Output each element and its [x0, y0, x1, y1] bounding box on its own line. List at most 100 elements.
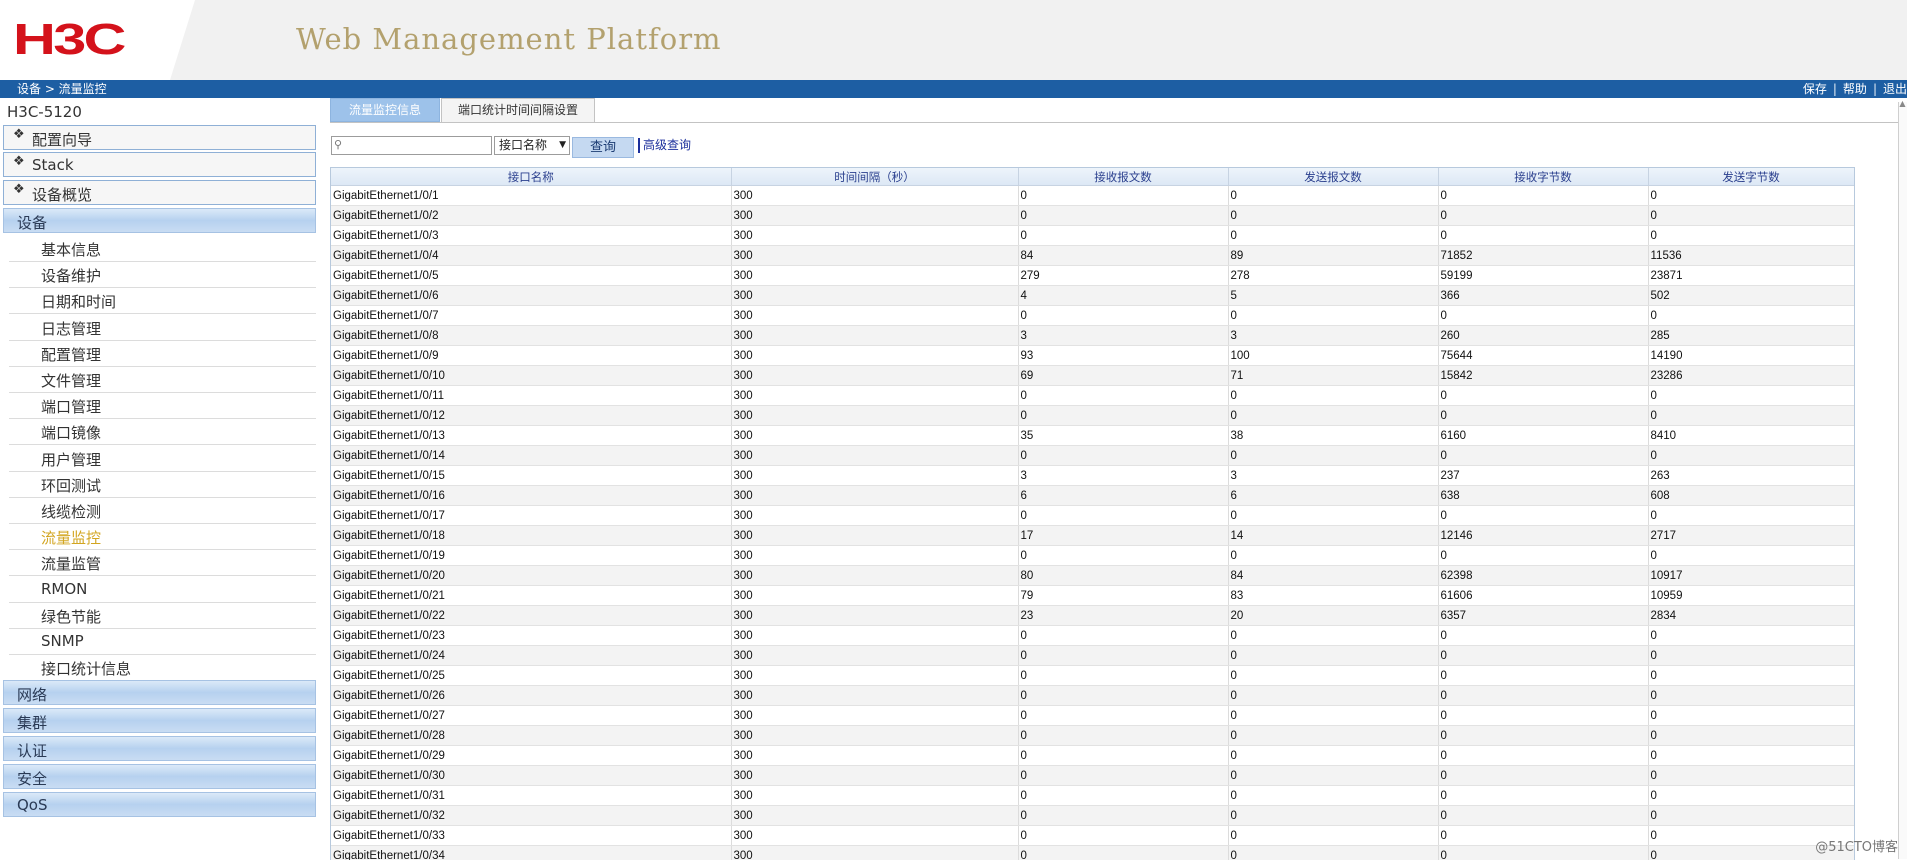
- sidebar-subitem[interactable]: 基本信息: [9, 236, 316, 262]
- logout-link[interactable]: 退出: [1883, 81, 1907, 97]
- query-button[interactable]: 查询: [572, 137, 634, 158]
- sidebar-subitem[interactable]: 用户管理: [9, 446, 316, 472]
- cell-rx-packets: 0: [1018, 666, 1228, 686]
- sidebar-subitem-label: 基本信息: [41, 239, 101, 260]
- sidebar-section[interactable]: 网络: [3, 680, 316, 705]
- table-row[interactable]: GigabitEthernet1/0/243000000: [331, 646, 1854, 666]
- sidebar-item-label: Stack: [32, 156, 74, 174]
- cell-tx-packets: 0: [1228, 626, 1438, 646]
- cell-tx-bytes: 8410: [1648, 426, 1854, 446]
- tab-interval-settings[interactable]: 端口统计时间间隔设置: [441, 98, 595, 122]
- column-header-tx-bytes[interactable]: 发送字节数: [1648, 168, 1854, 186]
- sidebar-subitem[interactable]: 设备维护: [9, 262, 316, 288]
- table-row[interactable]: GigabitEthernet1/0/9300931007564414190: [331, 346, 1854, 366]
- help-link[interactable]: 帮助: [1843, 81, 1867, 97]
- table-row[interactable]: GigabitEthernet1/0/1630066638608: [331, 486, 1854, 506]
- tab-traffic-monitor-info[interactable]: 流量监控信息: [330, 98, 440, 122]
- table-row[interactable]: GigabitEthernet1/0/1530033237263: [331, 466, 1854, 486]
- table-row[interactable]: GigabitEthernet1/0/183001714121462717: [331, 526, 1854, 546]
- sidebar-subitem[interactable]: RMON: [9, 577, 316, 603]
- sidebar-subitem[interactable]: SNMP: [9, 629, 316, 655]
- column-header-interface[interactable]: 接口名称: [331, 168, 731, 186]
- sidebar-subitem[interactable]: 绿色节能: [9, 603, 316, 629]
- table-row[interactable]: GigabitEthernet1/0/193000000: [331, 546, 1854, 566]
- search-field[interactable]: ⚲: [331, 136, 492, 155]
- sidebar-subitem-label: SNMP: [41, 632, 84, 650]
- table-row[interactable]: GigabitEthernet1/0/13300353861608410: [331, 426, 1854, 446]
- h3c-logo[interactable]: H3C: [13, 18, 124, 62]
- table-row[interactable]: GigabitEthernet1/0/113000000: [331, 386, 1854, 406]
- cell-interface: GigabitEthernet1/0/8: [331, 326, 731, 346]
- sidebar-subitem[interactable]: 环回测试: [9, 472, 316, 498]
- scroll-up-arrow-icon[interactable]: ▲: [1898, 100, 1907, 108]
- sidebar-subitem[interactable]: 端口管理: [9, 393, 316, 419]
- table-row[interactable]: GigabitEthernet1/0/313000000: [331, 786, 1854, 806]
- sidebar-subitem[interactable]: 文件管理: [9, 367, 316, 393]
- sidebar-item-overview[interactable]: ❖ 设备概览: [3, 180, 316, 205]
- table-row[interactable]: GigabitEthernet1/0/2030080846239810917: [331, 566, 1854, 586]
- cell-rx-packets: 93: [1018, 346, 1228, 366]
- table-row[interactable]: GigabitEthernet1/0/333000000: [331, 826, 1854, 846]
- table-row[interactable]: GigabitEthernet1/0/33000000: [331, 226, 1854, 246]
- field-select[interactable]: 接口名称 ▼: [494, 136, 570, 155]
- cell-rx-bytes: 0: [1438, 626, 1648, 646]
- sidebar-subitem[interactable]: 端口镜像: [9, 419, 316, 445]
- table-row[interactable]: GigabitEthernet1/0/73000000: [331, 306, 1854, 326]
- cell-tx-bytes: 0: [1648, 646, 1854, 666]
- vertical-scrollbar[interactable]: [1898, 102, 1907, 859]
- table-row[interactable]: GigabitEthernet1/0/143000000: [331, 446, 1854, 466]
- table-row[interactable]: GigabitEthernet1/0/323000000: [331, 806, 1854, 826]
- cell-rx-packets: 35: [1018, 426, 1228, 446]
- save-link[interactable]: 保存: [1803, 81, 1827, 97]
- sidebar-item-wizard[interactable]: ❖ 配置向导: [3, 125, 316, 150]
- top-nav-bar: 设备 > 流量监控 保存 | 帮助 | 退出: [0, 80, 1907, 98]
- table-row[interactable]: GigabitEthernet1/0/53002792785919923871: [331, 266, 1854, 286]
- table-row[interactable]: GigabitEthernet1/0/173000000: [331, 506, 1854, 526]
- sidebar-section[interactable]: 安全: [3, 764, 316, 789]
- cell-tx-bytes: 502: [1648, 286, 1854, 306]
- table-row[interactable]: GigabitEthernet1/0/303000000: [331, 766, 1854, 786]
- sidebar-subitem[interactable]: 流量监控: [9, 524, 316, 550]
- table-row[interactable]: GigabitEthernet1/0/293000000: [331, 746, 1854, 766]
- sidebar-subitem[interactable]: 流量监管: [9, 550, 316, 576]
- sidebar-subitem[interactable]: 线缆检测: [9, 498, 316, 524]
- table-row[interactable]: GigabitEthernet1/0/22300232063572834: [331, 606, 1854, 626]
- sidebar-subitem[interactable]: 接口统计信息: [9, 655, 316, 681]
- sidebar-item-stack[interactable]: ❖ Stack: [3, 152, 316, 177]
- cell-rx-packets: 0: [1018, 626, 1228, 646]
- cell-rx-bytes: 12146: [1438, 526, 1648, 546]
- table-row[interactable]: GigabitEthernet1/0/23000000: [331, 206, 1854, 226]
- table-row[interactable]: GigabitEthernet1/0/273000000: [331, 706, 1854, 726]
- cell-rx-bytes: 6357: [1438, 606, 1648, 626]
- advanced-query-link[interactable]: 高级查询: [638, 138, 691, 153]
- column-header-rx-bytes[interactable]: 接收字节数: [1438, 168, 1648, 186]
- sidebar-section[interactable]: 集群: [3, 708, 316, 733]
- search-input[interactable]: [346, 138, 488, 152]
- diamond-icon: ❖: [13, 182, 25, 197]
- sidebar-subitem[interactable]: 日期和时间: [9, 288, 316, 314]
- table-row[interactable]: GigabitEthernet1/0/253000000: [331, 666, 1854, 686]
- cell-interface: GigabitEthernet1/0/19: [331, 546, 731, 566]
- table-row[interactable]: GigabitEthernet1/0/1030069711584223286: [331, 366, 1854, 386]
- sidebar-section[interactable]: 认证: [3, 736, 316, 761]
- sidebar-section[interactable]: QoS: [3, 792, 316, 817]
- table-row[interactable]: GigabitEthernet1/0/2130079836160610959: [331, 586, 1854, 606]
- column-header-rx-packets[interactable]: 接收报文数: [1018, 168, 1228, 186]
- cell-tx-bytes: 23286: [1648, 366, 1854, 386]
- sidebar-subitem[interactable]: 配置管理: [9, 341, 316, 367]
- sidebar-subitem[interactable]: 日志管理: [9, 315, 316, 341]
- sidebar-section-label: 认证: [17, 740, 47, 761]
- cell-interval: 300: [731, 406, 1018, 426]
- table-row[interactable]: GigabitEthernet1/0/263000000: [331, 686, 1854, 706]
- table-row[interactable]: GigabitEthernet1/0/630045366502: [331, 286, 1854, 306]
- column-header-interval[interactable]: 时间间隔（秒）: [731, 168, 1018, 186]
- table-row[interactable]: GigabitEthernet1/0/343000000: [331, 846, 1854, 860]
- table-row[interactable]: GigabitEthernet1/0/430084897185211536: [331, 246, 1854, 266]
- sidebar-section-device[interactable]: 设备: [3, 208, 316, 233]
- table-row[interactable]: GigabitEthernet1/0/283000000: [331, 726, 1854, 746]
- table-row[interactable]: GigabitEthernet1/0/123000000: [331, 406, 1854, 426]
- column-header-tx-packets[interactable]: 发送报文数: [1228, 168, 1438, 186]
- table-row[interactable]: GigabitEthernet1/0/13000000: [331, 186, 1854, 206]
- table-row[interactable]: GigabitEthernet1/0/830033260285: [331, 326, 1854, 346]
- table-row[interactable]: GigabitEthernet1/0/233000000: [331, 626, 1854, 646]
